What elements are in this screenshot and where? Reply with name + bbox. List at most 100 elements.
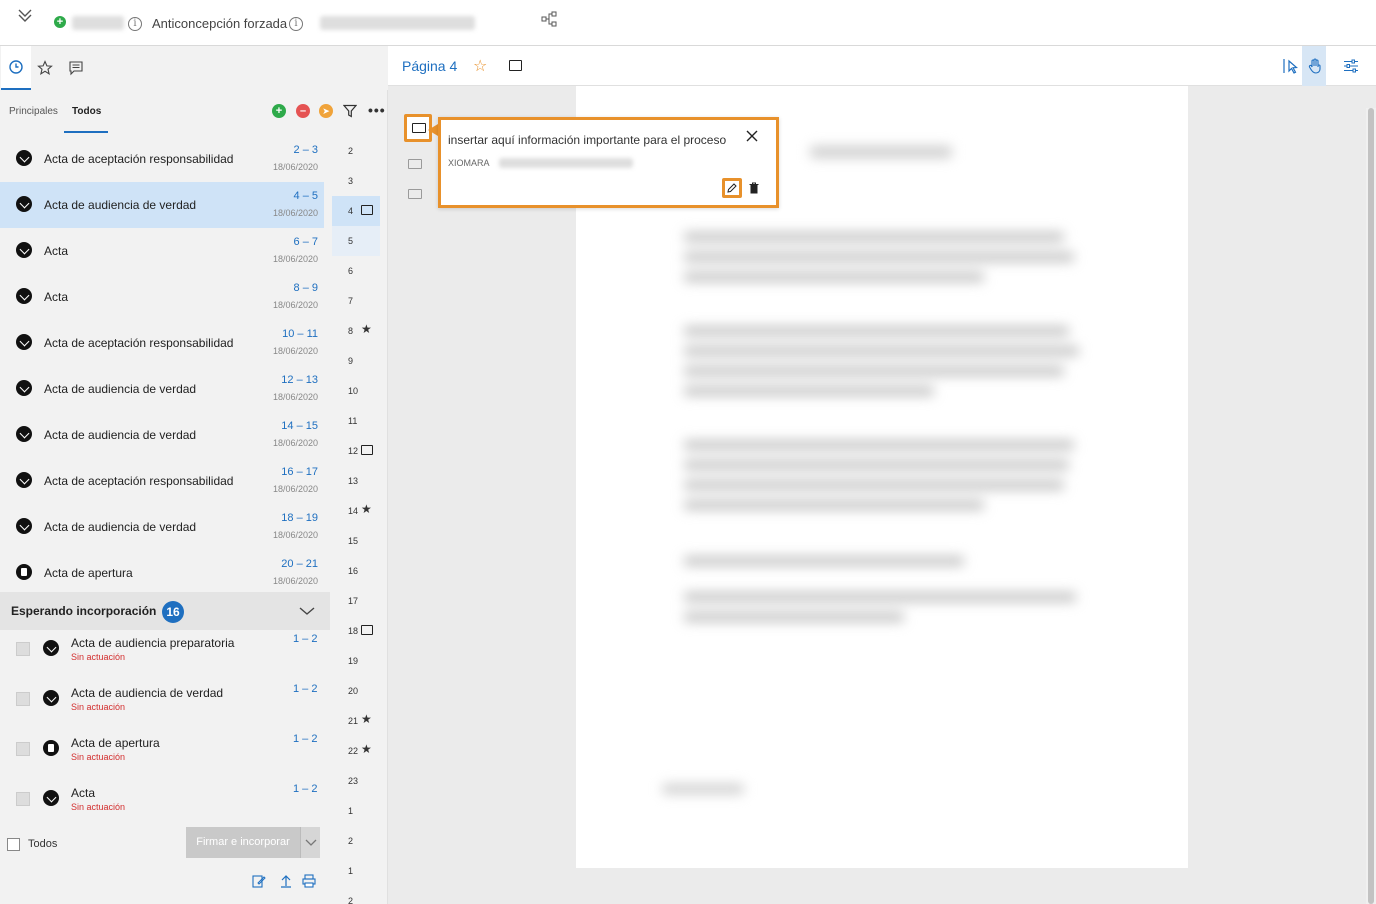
collapse-chevron-icon[interactable]: [16, 6, 34, 24]
page-thumb-item[interactable]: 12: [332, 436, 380, 466]
row-checkbox[interactable]: [16, 792, 30, 806]
row-checkbox[interactable]: [16, 742, 30, 756]
document-row[interactable]: Acta de aceptación responsabilidad 16 – 1…: [0, 458, 324, 504]
scrollbar-thumb[interactable]: [1368, 108, 1374, 904]
page-thumb-item[interactable]: 4: [332, 196, 380, 226]
document-row[interactable]: Acta de audiencia de verdad 12 – 13 18/06/…: [0, 366, 324, 412]
subtab-principales[interactable]: Principales: [9, 106, 58, 117]
document-page-range[interactable]: 8 – 9: [294, 282, 318, 294]
delete-comment-icon[interactable]: [749, 182, 759, 194]
vertical-scrollbar[interactable]: [1366, 108, 1376, 904]
info-icon-2[interactable]: i: [289, 17, 303, 31]
document-page-range[interactable]: 14 – 15: [281, 420, 318, 432]
page-thumb-item[interactable]: 2: [332, 136, 380, 166]
page-thumb-item[interactable]: 22 ★: [332, 736, 380, 766]
bookmark-star-icon[interactable]: ☆: [473, 56, 487, 76]
page-thumb-item[interactable]: 2: [332, 826, 380, 856]
page-thumb-item[interactable]: 8 ★: [332, 316, 380, 346]
page-thumb-item[interactable]: 14 ★: [332, 496, 380, 526]
pending-page-range[interactable]: 1 – 2: [293, 783, 317, 795]
document-row[interactable]: Acta de apertura 20 – 21 18/06/2020: [0, 550, 324, 596]
sign-and-incorporate-button[interactable]: Firmar e incorporar: [186, 827, 300, 858]
document-page-range[interactable]: 12 – 13: [281, 374, 318, 386]
star-outline-icon[interactable]: [37, 60, 59, 82]
comment-marker-2[interactable]: [406, 157, 424, 171]
chevron-down-icon[interactable]: [298, 602, 316, 620]
sign-options-dropdown[interactable]: [300, 827, 320, 858]
page-number: 1: [348, 806, 354, 816]
select-all-checkbox[interactable]: [7, 838, 20, 851]
edit-document-icon[interactable]: [252, 874, 266, 888]
subtab-todos[interactable]: Todos: [72, 106, 101, 117]
document-page-range[interactable]: 4 – 5: [294, 190, 318, 202]
page-thumb-item[interactable]: 3: [332, 166, 380, 196]
settings-sliders-icon[interactable]: [1339, 46, 1363, 86]
page-thumb-item[interactable]: 11: [332, 406, 380, 436]
document-page-range[interactable]: 18 – 19: [281, 512, 318, 524]
document-row[interactable]: Acta 6 – 7 18/06/2020: [0, 228, 324, 274]
page-thumb-item[interactable]: 1: [332, 796, 380, 826]
pending-row[interactable]: Acta de audiencia de verdad Sin actuación…: [0, 680, 330, 730]
add-comment-icon[interactable]: [509, 60, 522, 71]
tab-history[interactable]: [1, 46, 31, 90]
add-icon[interactable]: +: [54, 16, 66, 28]
text-select-icon[interactable]: [1277, 46, 1301, 86]
add-document-icon[interactable]: +: [272, 104, 286, 118]
close-icon[interactable]: [746, 130, 760, 144]
page-thumb-item[interactable]: 18: [332, 616, 380, 646]
page-thumb-item[interactable]: 1: [332, 856, 380, 886]
page-thumb-item[interactable]: 9: [332, 346, 380, 376]
page-thumb-item[interactable]: 21 ★: [332, 706, 380, 736]
document-row[interactable]: Acta de aceptación responsabilidad 10 – 1…: [0, 320, 324, 366]
comment-marker-3[interactable]: [406, 187, 424, 201]
hierarchy-icon[interactable]: [541, 11, 557, 27]
remove-document-icon[interactable]: –: [296, 104, 310, 118]
page-thumb-item[interactable]: 5: [332, 226, 380, 256]
page-thumb-item[interactable]: 16: [332, 556, 380, 586]
more-options-icon[interactable]: •••: [368, 102, 386, 118]
page-number: 22: [348, 746, 359, 756]
left-panel: Principales Todos + – ➤ ••• Acta de acep…: [0, 46, 388, 904]
info-icon[interactable]: i: [128, 17, 142, 31]
pending-row[interactable]: Acta Sin actuación 1 – 2: [0, 780, 330, 830]
document-page-range[interactable]: 2 – 3: [294, 144, 318, 156]
document-date: 18/06/2020: [272, 300, 318, 310]
comments-icon[interactable]: [68, 60, 90, 82]
document-row[interactable]: Acta de audiencia de verdad 14 – 15 18/06/…: [0, 412, 324, 458]
document-row[interactable]: Acta de audiencia de verdad 4 – 5 18/06/20…: [0, 182, 324, 228]
page-thumb-item[interactable]: 10: [332, 376, 380, 406]
page-thumb-item[interactable]: 20: [332, 676, 380, 706]
pending-page-range[interactable]: 1 – 2: [293, 633, 317, 645]
pending-row[interactable]: Acta de audiencia preparatoria Sin actuac…: [0, 630, 330, 680]
document-page-range[interactable]: 6 – 7: [294, 236, 318, 248]
page-number: 18: [348, 626, 359, 636]
pending-page-range[interactable]: 1 – 2: [293, 683, 317, 695]
page-thumb-item[interactable]: 17: [332, 586, 380, 616]
edit-comment-button[interactable]: [722, 178, 742, 198]
page-thumb-item[interactable]: 23: [332, 766, 380, 796]
document-row[interactable]: Acta de aceptación responsabilidad 2 – 3 1…: [0, 136, 324, 182]
hand-tool-icon[interactable]: [1302, 46, 1326, 86]
filter-icon[interactable]: [342, 104, 358, 118]
upload-icon[interactable]: [279, 874, 293, 888]
page-thumb-item[interactable]: 19: [332, 646, 380, 676]
page-thumb-item[interactable]: 6: [332, 256, 380, 286]
navigate-icon[interactable]: ➤: [319, 104, 333, 118]
row-checkbox[interactable]: [16, 642, 30, 656]
document-page-range[interactable]: 20 – 21: [281, 558, 318, 570]
document-page-range[interactable]: 10 – 11: [282, 328, 318, 340]
page-thumb-item[interactable]: 7: [332, 286, 380, 316]
page-thumb-item[interactable]: 13: [332, 466, 380, 496]
document-page-range[interactable]: 16 – 17: [281, 466, 318, 478]
document-row[interactable]: Acta 8 – 9 18/06/2020: [0, 274, 324, 320]
pending-section-header[interactable]: Esperando incorporación 16: [0, 592, 330, 630]
print-icon[interactable]: [302, 874, 316, 888]
page-thumb-item[interactable]: 2: [332, 886, 380, 904]
file-icon: [43, 740, 59, 756]
document-row[interactable]: Acta de audiencia de verdad 18 – 19 18/06/…: [0, 504, 324, 550]
page-thumb-item[interactable]: 15: [332, 526, 380, 556]
row-checkbox[interactable]: [16, 692, 30, 706]
pending-status: Sin actuación: [71, 802, 126, 812]
pending-row[interactable]: Acta de apertura Sin actuación 1 – 2: [0, 730, 330, 780]
pending-page-range[interactable]: 1 – 2: [293, 733, 317, 745]
